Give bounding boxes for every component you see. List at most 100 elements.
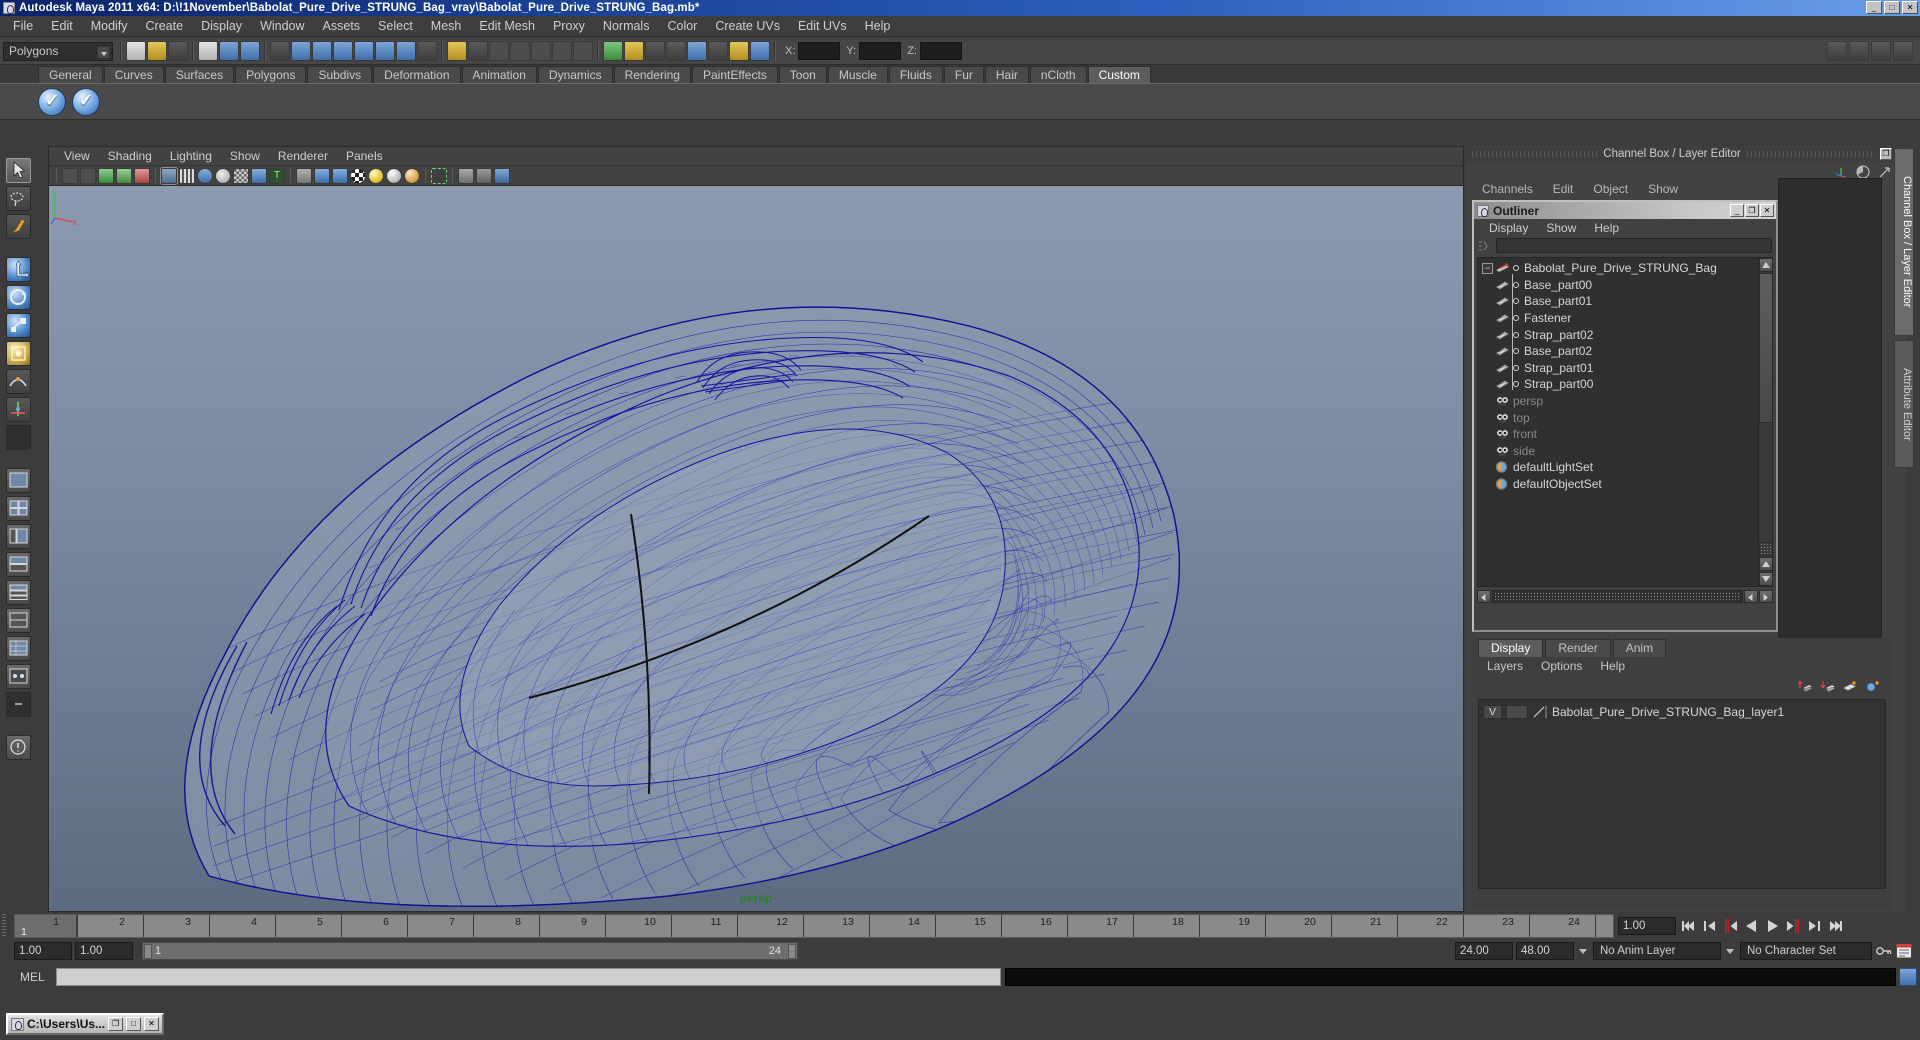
scroll-left-button[interactable] — [1477, 589, 1491, 603]
snap-to-point-icon[interactable] — [510, 41, 530, 61]
tab-render[interactable]: Render — [1545, 639, 1611, 657]
render-settings-icon[interactable] — [666, 41, 686, 61]
playback-start-time-field[interactable]: 1.00 — [75, 942, 133, 960]
layer-menu-options[interactable]: Options — [1532, 659, 1591, 673]
time-slider[interactable]: 1 1 2 3 4 5 6 7 8 9 10 11 12 13 14 15 16… — [14, 914, 1614, 938]
select-camera-icon[interactable] — [62, 167, 78, 184]
command-line-input[interactable] — [56, 968, 1001, 986]
viewport-menu-renderer[interactable]: Renderer — [269, 148, 337, 164]
component-vertex-icon[interactable] — [312, 41, 332, 61]
show-hide-attribute-editor-icon[interactable] — [1849, 41, 1869, 61]
open-scene-icon[interactable] — [147, 41, 167, 61]
shelf-tab-toon[interactable]: Toon — [778, 66, 827, 83]
redo-icon[interactable] — [219, 41, 239, 61]
select-by-object-type-icon[interactable] — [270, 41, 290, 61]
use-all-lights-icon[interactable] — [251, 167, 267, 184]
layer-menu-layers[interactable]: Layers — [1478, 659, 1532, 673]
menu-edit[interactable]: Edit — [42, 17, 82, 35]
soft-modification-tool[interactable] — [5, 369, 31, 394]
animation-start-time-field[interactable]: 1.00 — [14, 942, 72, 960]
rotate-tool[interactable] — [5, 285, 31, 310]
wireframe-on-shaded-icon[interactable] — [215, 167, 231, 184]
shelf-tab-polygons[interactable]: Polygons — [235, 66, 307, 83]
all-lights-icon[interactable] — [386, 167, 402, 184]
scale-tool[interactable] — [5, 313, 31, 338]
select-tool[interactable] — [5, 158, 31, 183]
outliner-row-base-part01[interactable]: Base_part01 — [1478, 293, 1758, 310]
scroll-up-button-2[interactable] — [1759, 557, 1772, 571]
outliner-row-front[interactable]: front — [1478, 426, 1758, 443]
outliner-row-strap-part01[interactable]: Strap_part01 — [1478, 360, 1758, 377]
outliner-row-default-object-set[interactable]: defaultObjectSet — [1478, 476, 1758, 493]
outliner-vertical-scrollbar[interactable] — [1758, 258, 1772, 586]
new-layer-icon[interactable] — [1842, 679, 1859, 694]
outliner-row-side[interactable]: side — [1478, 443, 1758, 460]
shelf-tab-general[interactable]: General — [38, 66, 103, 83]
maximize-button[interactable]: □ — [1884, 1, 1900, 14]
outliner-row-top[interactable]: top — [1478, 409, 1758, 426]
scroll-right-button[interactable] — [1759, 589, 1773, 603]
channel-menu-object[interactable]: Object — [1583, 182, 1638, 196]
persp-uv-layout[interactable] — [5, 636, 31, 661]
component-face-icon[interactable] — [354, 41, 374, 61]
menu-edit-uvs[interactable]: Edit UVs — [789, 17, 856, 35]
menu-mesh[interactable]: Mesh — [422, 17, 471, 35]
shelf-tab-ncloth[interactable]: nCloth — [1029, 66, 1087, 83]
menu-select[interactable]: Select — [369, 17, 422, 35]
xray-icon[interactable]: T — [269, 167, 285, 184]
hscroll-thumb[interactable] — [1494, 591, 1741, 601]
menu-assets[interactable]: Assets — [314, 17, 370, 35]
taskbar-window-button[interactable]: C:\Users\Us... ❐ □ ✕ — [6, 1013, 165, 1035]
open-render-view-icon[interactable] — [603, 41, 623, 61]
z-coord-field[interactable] — [919, 42, 962, 60]
playback-end-time-field[interactable]: 24.00 — [1455, 942, 1513, 960]
make-live-icon[interactable] — [573, 41, 593, 61]
outliner-close-button[interactable]: ✕ — [1760, 204, 1774, 217]
shelf-tab-animation[interactable]: Animation — [461, 66, 537, 83]
x-coord-field[interactable] — [798, 42, 841, 60]
undo-icon[interactable] — [198, 41, 218, 61]
menu-edit-mesh[interactable]: Edit Mesh — [470, 17, 544, 35]
channel-speed-icon[interactable] — [1856, 165, 1870, 179]
step-back-keyframe-icon[interactable] — [1701, 917, 1718, 935]
playback-speed-dropdown-icon[interactable] — [1577, 942, 1590, 960]
shelf-tab-surfaces[interactable]: Surfaces — [164, 66, 235, 83]
scrollbar-grip[interactable] — [1759, 542, 1772, 556]
scrollbar-thumb[interactable] — [1759, 273, 1772, 423]
layer-color-swatch-icon[interactable] — [1532, 705, 1548, 719]
snap-to-projected-center-icon[interactable] — [531, 41, 551, 61]
shelf-tab-custom[interactable]: Custom — [1087, 66, 1151, 83]
panel-restore-button[interactable]: ❐ — [1880, 148, 1893, 160]
layer-visibility-toggle[interactable]: V — [1483, 704, 1502, 719]
shadow-light-icon[interactable] — [404, 167, 420, 184]
menu-file[interactable]: File — [4, 17, 42, 35]
save-scene-icon[interactable] — [168, 41, 188, 61]
resolution-gate-icon[interactable] — [314, 167, 330, 184]
film-gate-icon[interactable] — [332, 167, 348, 184]
shelf-tab-curves[interactable]: Curves — [103, 66, 164, 83]
film-gate-mask-icon[interactable] — [476, 167, 492, 184]
range-slider-bar[interactable]: 1 24 — [142, 942, 798, 960]
component-uv-icon[interactable] — [375, 41, 395, 61]
shelf-tab-subdivs[interactable]: Subdivs — [307, 66, 373, 83]
bookmark-icon[interactable] — [98, 167, 114, 184]
show-hide-sidebar-icon[interactable] — [1827, 41, 1847, 61]
play-backwards-icon[interactable] — [1743, 917, 1760, 935]
taskbar-maximize-button[interactable]: □ — [126, 1017, 142, 1031]
viewport-menu-view[interactable]: View — [55, 148, 99, 164]
component-misc-icon[interactable] — [396, 41, 416, 61]
channel-slider-icon[interactable] — [1878, 165, 1892, 179]
snap-to-curve-icon[interactable] — [489, 41, 509, 61]
step-back-frame-icon[interactable] — [1722, 917, 1739, 935]
tab-display[interactable]: Display — [1478, 639, 1544, 657]
outliner-menu-display[interactable]: Display — [1480, 221, 1537, 235]
lock-snap-icon[interactable] — [447, 41, 467, 61]
drag-handle-dots[interactable] — [1472, 151, 1598, 157]
channel-menu-edit[interactable]: Edit — [1543, 182, 1584, 196]
grid-toggle-icon[interactable] — [458, 167, 474, 184]
shelf-tab-dynamics[interactable]: Dynamics — [537, 66, 613, 83]
four-view-layout[interactable] — [5, 496, 31, 521]
outliner-row-fastener[interactable]: Fastener — [1478, 310, 1758, 327]
close-button[interactable]: ✕ — [1902, 1, 1918, 14]
outliner-search-input[interactable] — [1496, 238, 1772, 253]
